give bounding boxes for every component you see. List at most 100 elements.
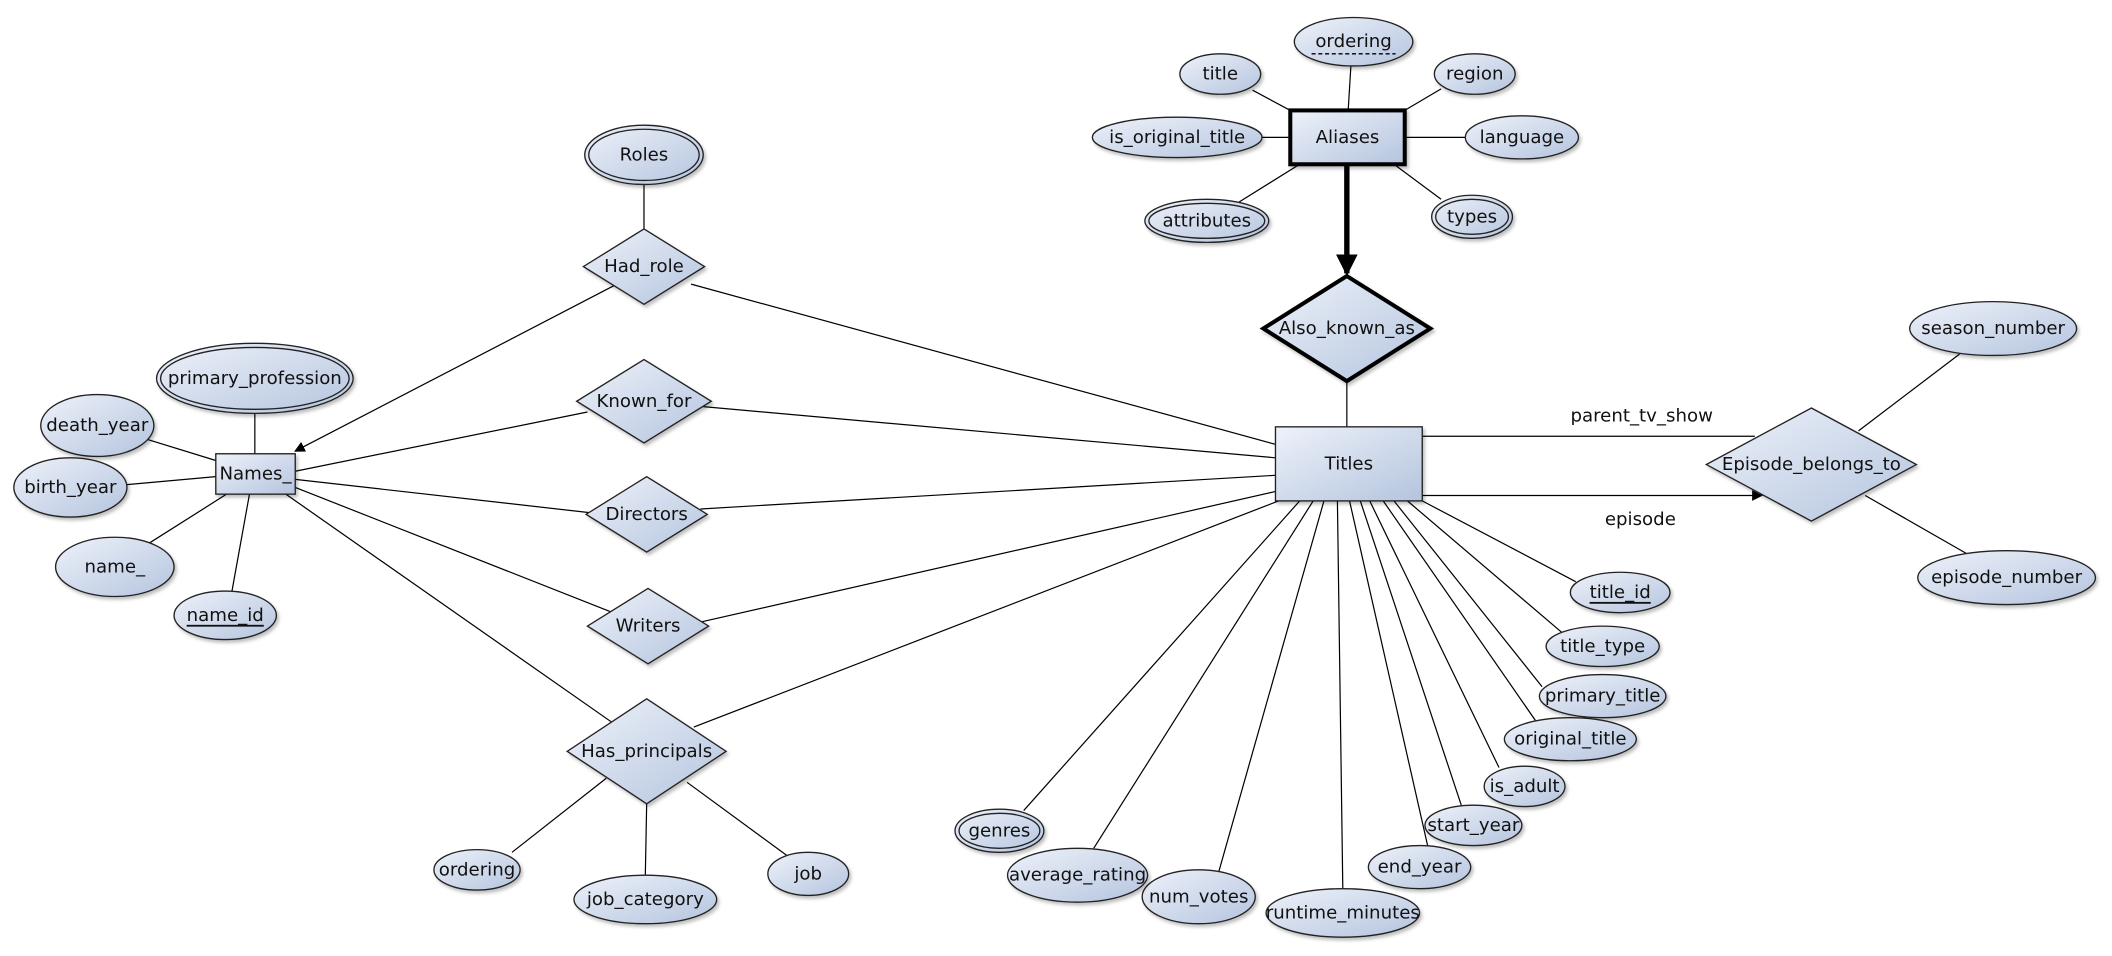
- attribute-num-votes[interactable]: num_votes: [1141, 869, 1256, 925]
- attribute-job[interactable]: job: [767, 851, 850, 897]
- relationship-has-principals[interactable]: Has_principals: [566, 698, 728, 805]
- attribute-is-adult[interactable]: is_adult: [1483, 765, 1566, 808]
- relationship-label: Also_known_as: [1279, 318, 1415, 339]
- attribute-region[interactable]: region: [1433, 53, 1516, 95]
- attribute-label: name_: [85, 556, 146, 577]
- connector-episode_number-episode_belongs_to: [1864, 494, 1967, 554]
- attribute-runtime-minutes[interactable]: runtime_minutes: [1265, 888, 1421, 938]
- attribute-title-id[interactable]: title_id: [1569, 571, 1671, 614]
- attribute-is-original-title[interactable]: is_original_title: [1091, 116, 1263, 159]
- attribute-end-year[interactable]: end_year: [1367, 844, 1472, 890]
- entity-names[interactable]: Names_: [215, 453, 296, 495]
- attribute-original-title[interactable]: original_title: [1503, 717, 1638, 762]
- attribute-name-[interactable]: name_: [54, 536, 175, 598]
- connector-attributes-aliases: [1238, 163, 1301, 203]
- role-label-episode: episode: [1605, 509, 1676, 530]
- attribute-types[interactable]: types: [1430, 194, 1514, 239]
- entity-titles[interactable]: Titles: [1274, 426, 1423, 502]
- attribute-birth-year[interactable]: birth_year: [13, 457, 128, 518]
- attribute-label: job_category: [586, 889, 704, 910]
- connector-region-aliases: [1404, 88, 1442, 111]
- connector-is_adult-titles: [1369, 500, 1500, 768]
- connector-title_id-titles: [1421, 500, 1577, 583]
- attribute-al-title[interactable]: title: [1179, 53, 1262, 95]
- connector-end_year-titles: [1348, 500, 1429, 846]
- attribute-roles[interactable]: Roles: [584, 124, 704, 186]
- attribute-primary-profession[interactable]: primary_profession: [155, 342, 354, 415]
- attribute-label: language: [1480, 127, 1565, 148]
- connector-has_principals-titles: [693, 498, 1283, 728]
- relationship-label: Writers: [616, 616, 681, 637]
- relationship-label: Known_for: [597, 391, 692, 412]
- attribute-death-year[interactable]: death_year: [40, 393, 155, 458]
- connector-runtime_minutes-titles: [1336, 500, 1344, 889]
- attribute-al-ordering[interactable]: ordering: [1293, 16, 1414, 67]
- attribute-label: death_year: [46, 415, 149, 436]
- connector-num_votes-titles: [1218, 500, 1325, 872]
- relationship-known-for[interactable]: Known_for: [575, 358, 713, 444]
- connector-job-has_principals: [686, 781, 789, 857]
- connector-primary_title-titles: [1393, 500, 1543, 688]
- connector-job_category-has_principals: [644, 803, 648, 876]
- attribute-label: season_number: [1921, 318, 2065, 339]
- attribute-label: birth_year: [24, 477, 117, 498]
- attribute-episode-number[interactable]: episode_number: [1917, 550, 2097, 606]
- er-diagram: Roles primary_profession death_year birth_y…: [13, 16, 2097, 938]
- attribute-label: is_adult: [1490, 776, 1560, 797]
- connector-genres-titles: [1023, 500, 1301, 811]
- attribute-title-type[interactable]: title_type: [1545, 625, 1660, 668]
- attribute-job-category[interactable]: job_category: [573, 874, 718, 925]
- connector-name_id-names: [231, 494, 251, 592]
- connector-season_number-episode_belongs_to: [1858, 353, 1960, 432]
- attribute-label: runtime_minutes: [1266, 902, 1420, 923]
- connector-death_year-names: [145, 438, 216, 462]
- relationship-label: Episode_belongs_to: [1722, 454, 1901, 475]
- attribute-label: is_original_title: [1109, 127, 1245, 148]
- attribute-primary-title[interactable]: primary_title: [1538, 673, 1667, 719]
- attribute-label: num_votes: [1149, 886, 1248, 907]
- attribute-label: attributes: [1162, 210, 1251, 231]
- attribute-label: average_rating: [1009, 865, 1146, 886]
- relationship-also-known-as[interactable]: Also_known_as: [1259, 273, 1435, 384]
- relationship-label: Directors: [605, 504, 687, 525]
- attribute-label: genres: [968, 820, 1030, 841]
- connector-types-aliases: [1393, 163, 1442, 200]
- entity-aliases[interactable]: Aliases: [1288, 108, 1407, 167]
- attribute-hp-ordering[interactable]: ordering: [433, 848, 521, 891]
- attribute-label: name_id: [187, 605, 264, 626]
- attribute-season-number[interactable]: season_number: [1908, 300, 2078, 357]
- attribute-attributes[interactable]: attributes: [1144, 198, 1270, 244]
- connector-al_title-aliases: [1252, 89, 1291, 111]
- relationship-episode-belongs-to[interactable]: Episode_belongs_to: [1704, 407, 1918, 522]
- connector-start_year-titles: [1359, 500, 1462, 806]
- attribute-label: end_year: [1378, 857, 1462, 878]
- connector-writers-titles: [700, 490, 1276, 623]
- connector-directors-titles: [700, 474, 1276, 510]
- attribute-start-year[interactable]: start_year: [1424, 804, 1523, 847]
- attribute-language[interactable]: language: [1464, 115, 1580, 160]
- attribute-label: title_type: [1560, 636, 1645, 657]
- connector-original_title-titles: [1382, 500, 1536, 721]
- attribute-label: ordering: [1315, 31, 1392, 52]
- connector-known_for-titles: [703, 406, 1276, 459]
- connector-title_type-titles: [1407, 500, 1563, 634]
- connector-average_rating-titles: [1093, 500, 1314, 849]
- relationship-writers[interactable]: Writers: [586, 587, 710, 665]
- attribute-genres[interactable]: genres: [954, 808, 1045, 853]
- relationship-label: Has_principals: [581, 741, 712, 762]
- connector-has_principals-names: [285, 493, 614, 724]
- role-label-parent-tv-show: parent_tv_show: [1570, 406, 1713, 427]
- connector-hp_ordering-has_principals: [511, 777, 607, 853]
- entity-label: Titles: [1324, 453, 1373, 474]
- attribute-name-id[interactable]: name_id: [173, 590, 278, 641]
- attribute-label: title: [1203, 64, 1239, 85]
- connector-directors-names: [295, 478, 593, 514]
- attribute-average-rating[interactable]: average_rating: [1006, 847, 1149, 903]
- attribute-label: title_id: [1590, 582, 1651, 603]
- relationship-directors[interactable]: Directors: [584, 475, 709, 553]
- relationship-label: Had_role: [604, 256, 684, 277]
- attribute-label: start_year: [1427, 815, 1519, 836]
- attribute-label: region: [1446, 64, 1503, 85]
- attribute-label: episode_number: [1931, 567, 2082, 588]
- relationship-had-role[interactable]: Had_role: [582, 228, 706, 306]
